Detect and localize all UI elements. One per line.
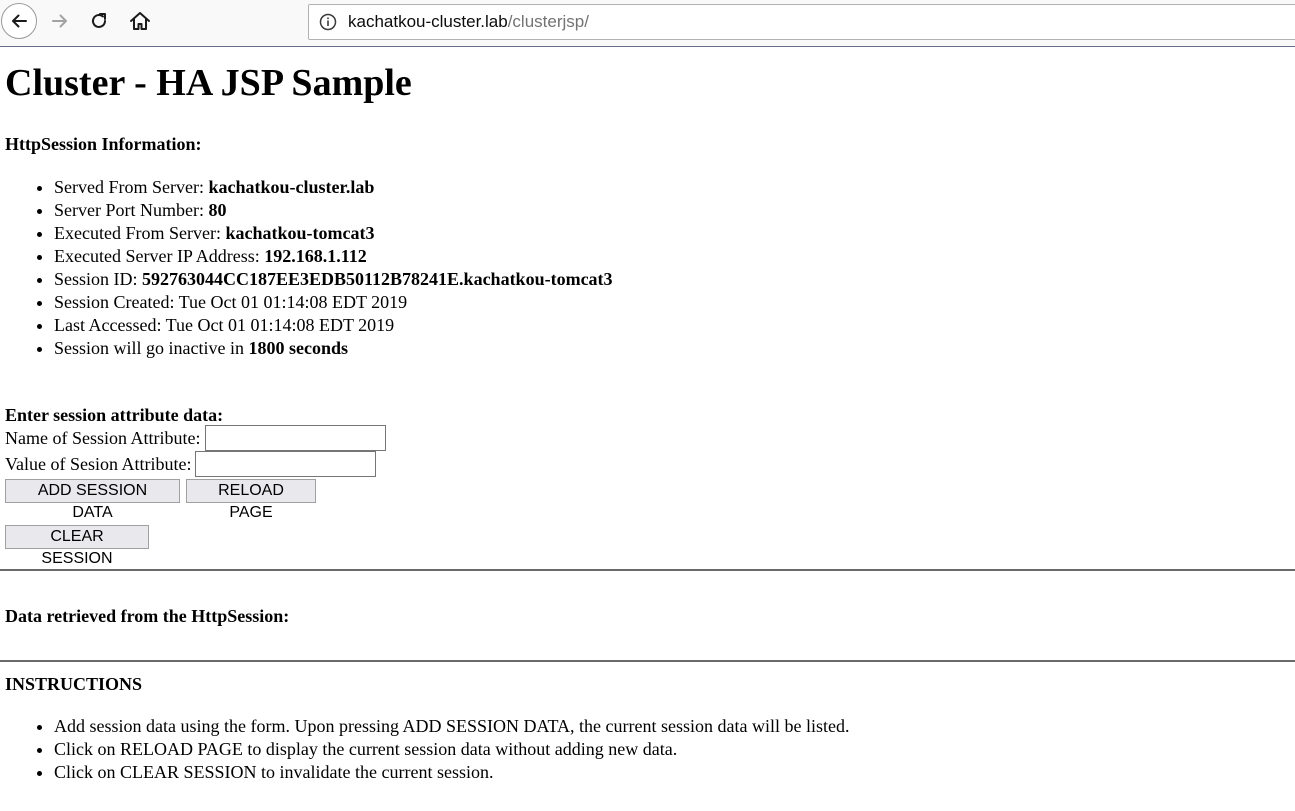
url-path: /clusterjsp/ [507, 12, 589, 31]
list-item: Server Port Number: 80 [54, 199, 613, 222]
attribute-value-input[interactable] [195, 451, 377, 477]
forward-button[interactable] [45, 6, 75, 36]
session-info-list: Served From Server: kachatkou-cluster.la… [5, 176, 613, 360]
divider [0, 569, 1295, 571]
browser-toolbar: kachatkou-cluster.lab/clusterjsp/ [0, 0, 1295, 47]
info-label: Session will go inactive in [54, 338, 249, 358]
info-value: kachatkou-tomcat3 [225, 223, 375, 243]
info-label: Executed Server IP Address: [54, 246, 265, 266]
url-text[interactable]: kachatkou-cluster.lab/clusterjsp/ [348, 12, 589, 32]
info-value: kachatkou-cluster.lab [208, 177, 375, 197]
home-icon [129, 11, 151, 31]
info-value: 80 [208, 200, 227, 220]
address-bar[interactable]: kachatkou-cluster.lab/clusterjsp/ [308, 4, 1295, 40]
list-item: Session will go inactive in 1800 seconds [54, 337, 613, 360]
reload-icon [89, 11, 109, 31]
instructions-list: Add session data using the form. Upon pr… [5, 715, 849, 784]
info-label: Server Port Number: [54, 200, 209, 220]
info-icon[interactable] [318, 12, 338, 32]
info-label: Session Created: Tue Oct 01 01:14:08 EDT… [54, 292, 408, 312]
arrow-right-icon [50, 11, 70, 31]
retrieved-data-heading: Data retrieved from the HttpSession: [5, 606, 290, 626]
divider [0, 660, 1295, 662]
page-content: Cluster - HA JSP Sample HttpSession Info… [0, 47, 1295, 782]
info-value: 192.168.1.112 [264, 246, 367, 266]
list-item: Session Created: Tue Oct 01 01:14:08 EDT… [54, 291, 613, 314]
list-item: Last Accessed: Tue Oct 01 01:14:08 EDT 2… [54, 314, 613, 337]
arrow-left-icon [9, 11, 29, 31]
info-label: Executed From Server: [54, 223, 226, 243]
list-item: Add session data using the form. Upon pr… [54, 715, 849, 738]
back-button[interactable] [1, 3, 37, 39]
list-item: Executed Server IP Address: 192.168.1.11… [54, 245, 613, 268]
instructions-heading: INSTRUCTIONS [5, 674, 143, 694]
attribute-name-label: Name of Session Attribute: [5, 428, 201, 448]
info-value: 592763044CC187EE3EDB50112B78241E.kachatk… [142, 269, 613, 289]
list-item: Session ID: 592763044CC187EE3EDB50112B78… [54, 268, 613, 291]
attribute-value-label: Value of Sesion Attribute: [5, 454, 192, 474]
page-title: Cluster - HA JSP Sample [5, 62, 412, 104]
form-heading: Enter session attribute data: [5, 405, 224, 425]
attribute-value-row: Value of Sesion Attribute: [5, 451, 377, 477]
attribute-name-input[interactable] [205, 425, 387, 451]
list-item: Executed From Server: kachatkou-tomcat3 [54, 222, 613, 245]
list-item: Click on CLEAR SESSION to invalidate the… [54, 761, 849, 784]
list-item: Served From Server: kachatkou-cluster.la… [54, 176, 613, 199]
info-label: Served From Server: [54, 177, 209, 197]
session-info-heading: HttpSession Information: [5, 134, 202, 154]
info-label: Session ID: [54, 269, 143, 289]
attribute-name-row: Name of Session Attribute: [5, 425, 387, 451]
list-item: Click on RELOAD PAGE to display the curr… [54, 738, 849, 761]
info-value: 1800 seconds [248, 338, 348, 358]
reload-page-button[interactable]: RELOAD PAGE [186, 479, 316, 521]
reload-button[interactable] [84, 6, 114, 36]
url-host: kachatkou-cluster.lab [348, 12, 508, 31]
add-session-data-button[interactable]: ADD SESSION DATA [5, 479, 180, 521]
clear-session-button[interactable]: CLEAR SESSION [5, 525, 149, 567]
home-button[interactable] [124, 6, 156, 36]
info-label: Last Accessed: Tue Oct 01 01:14:08 EDT 2… [54, 315, 395, 335]
